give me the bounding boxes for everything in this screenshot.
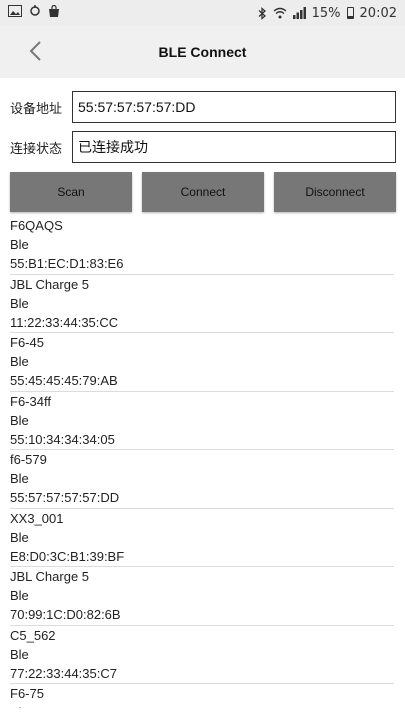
address-row: 设备地址 55:57:57:57:57:DD xyxy=(10,90,396,124)
battery-percent: 15% xyxy=(311,5,341,21)
bluetooth-icon xyxy=(258,6,267,20)
device-address: E8:D0:3C:B1:39:BF xyxy=(10,548,125,564)
status-left xyxy=(8,4,60,22)
device-type: Ble xyxy=(10,295,29,311)
shopping-bag-icon xyxy=(48,4,60,22)
device-list[interactable]: F6QAQS Ble 55:B1:EC:D1:83:E6 JBL Charge … xyxy=(10,216,394,708)
chevron-left-icon xyxy=(29,41,41,61)
list-item[interactable]: F6-45 Ble 55:45:45:45:79:AB xyxy=(10,333,394,392)
list-item[interactable]: f6-579 Ble 55:57:57:57:57:DD xyxy=(10,450,394,509)
app-bar: BLE Connect xyxy=(0,26,405,78)
device-type: Ble xyxy=(10,529,29,545)
device-address: 55:10:34:34:34:05 xyxy=(10,431,115,447)
device-name: F6QAQS xyxy=(10,218,63,233)
device-type: Ble xyxy=(10,237,29,252)
list-item[interactable]: C5_562 Ble 77:22:33:44:35:C7 xyxy=(10,626,394,684)
action-buttons: Scan Connect Disconnect xyxy=(10,172,396,212)
sync-notification-icon xyxy=(28,5,42,21)
address-field[interactable]: 55:57:57:57:57:DD xyxy=(72,91,396,123)
device-address: 55:57:57:57:57:DD xyxy=(10,490,120,505)
wifi-icon xyxy=(273,7,287,19)
back-button[interactable] xyxy=(18,36,52,66)
device-name: F6-45 xyxy=(10,335,44,350)
status-right: 15% 20:02 xyxy=(258,6,397,21)
device-address: 55:B1:EC:D1:83:E6 xyxy=(10,256,124,271)
device-type: Ble xyxy=(10,703,394,708)
list-item[interactable]: F6QAQS Ble 55:B1:EC:D1:83:E6 xyxy=(10,216,394,275)
battery-icon xyxy=(346,7,354,19)
device-name: C5_562 xyxy=(10,627,56,643)
list-item[interactable]: F6-75 Ble xyxy=(10,684,394,708)
device-name: F6-34ff xyxy=(10,393,51,409)
device-type: Ble xyxy=(10,354,29,369)
connect-button[interactable]: Connect xyxy=(142,172,264,212)
status-bar: 15% 20:02 xyxy=(0,0,405,26)
device-name: F6-75 xyxy=(10,686,44,701)
device-address: 55:45:45:45:79:AB xyxy=(10,373,118,388)
list-item[interactable]: XX3_001 Ble E8:D0:3C:B1:39:BF xyxy=(10,509,394,567)
device-name: JBL Charge 5 xyxy=(10,569,90,584)
status-label: 连接状态 xyxy=(10,141,63,157)
disconnect-button[interactable]: Disconnect xyxy=(274,172,396,212)
device-address: 77:22:33:44:35:C7 xyxy=(10,665,117,681)
device-address: 70:99:1C:D0:82:6B xyxy=(10,607,121,622)
list-item[interactable]: JBL Charge 5 Ble 11:22:33:44:35:CC xyxy=(10,275,394,333)
signal-icon xyxy=(292,7,306,19)
device-type: Ble xyxy=(10,646,29,662)
clock: 20:02 xyxy=(359,5,397,21)
device-type: Ble xyxy=(10,588,29,603)
image-notification-icon xyxy=(8,5,22,21)
page-title: BLE Connect xyxy=(158,44,247,60)
main-content: 设备地址 55:57:57:57:57:DD 连接状态 已连接成功 Scan C… xyxy=(0,78,405,720)
device-name: XX3_001 xyxy=(10,510,64,526)
status-row: 连接状态 已连接成功 xyxy=(10,130,396,164)
address-label: 设备地址 xyxy=(10,101,63,117)
device-name: f6-579 xyxy=(10,452,47,467)
device-name: JBL Charge 5 xyxy=(10,276,90,292)
scan-button[interactable]: Scan xyxy=(10,172,132,212)
list-item[interactable]: JBL Charge 5 Ble 70:99:1C:D0:82:6B xyxy=(10,567,394,626)
list-item[interactable]: F6-34ff Ble 55:10:34:34:34:05 xyxy=(10,392,394,450)
device-address: 11:22:33:44:35:CC xyxy=(10,314,119,330)
device-type: Ble xyxy=(10,412,29,428)
status-field[interactable]: 已连接成功 xyxy=(72,131,396,163)
device-type: Ble xyxy=(10,471,29,486)
